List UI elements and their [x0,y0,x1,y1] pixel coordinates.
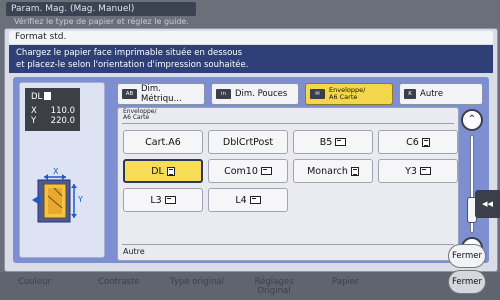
size-button-dl[interactable]: DL [123,159,203,183]
grid-footer: Autre [123,247,145,256]
paper-orientation-diagram-icon: X Y [32,168,83,223]
size-label: L3 [150,194,162,206]
selected-size-name: DL [31,92,43,102]
portrait-icon [44,92,52,100]
tab-autre[interactable]: K Autre [399,83,483,105]
size-label: B5 [319,136,333,148]
grid-header-line-2: A6 Carte [123,114,150,121]
size-button-b5[interactable]: B5 [293,130,373,154]
background-item-type-original: Type original [170,277,224,287]
content-panel: DL X 110.0 Y 220.0 X Y AB Dim. Métriqu..… [13,77,489,263]
size-button-y3[interactable]: Y3 [378,159,458,183]
y-label: Y [31,116,37,126]
tab-label: Dim. Pouces [235,89,288,99]
size-label: DblCrtPost [222,136,274,148]
size-label: Y3 [405,165,417,177]
tab-enveloppe-a6-carte[interactable]: ✉ Enveloppe/A6 Carte [305,83,393,105]
envelope-icon: ✉ [310,89,325,99]
x-value: 110.0 [50,106,75,116]
size-label: DL [151,165,164,177]
portrait-icon [350,166,359,176]
background-item-contraste: Contraste [98,277,140,287]
custom-size-icon: K [404,89,416,99]
background-item-reglages-original: Réglages Original [254,277,294,296]
y-value: 220.0 [50,116,75,126]
metric-icon: AB [122,89,137,99]
size-category-tabs: AB Dim. Métriqu... in Dim. Pouces ✉ Enve… [117,83,483,105]
background-bottom-bar: Couleur Contraste Type original Réglages… [0,272,500,300]
landscape-icon [335,138,347,146]
scroll-up-button[interactable]: ⌃ [461,109,483,131]
double-chevron-left-icon: ◂◂ [481,197,494,210]
portrait-icon [421,137,430,147]
background-close-button[interactable]: Fermer [448,270,486,294]
tab-label: Autre [420,89,444,99]
landscape-icon [419,167,431,175]
size-button-cart-a6[interactable]: Cart.A6 [123,130,203,154]
size-button-l4[interactable]: L4 [208,188,288,212]
tab-dim-pouces[interactable]: in Dim. Pouces [211,83,299,105]
size-button-com10[interactable]: Com10 [208,159,288,183]
format-std-dialog: Format std. Chargez le papier face impri… [4,28,498,272]
chevron-up-icon: ⌃ [467,114,477,125]
size-label: Com10 [224,165,258,177]
landscape-icon [249,196,261,204]
portrait-icon [166,166,175,176]
size-label: Cart.A6 [145,136,181,148]
background-item-papier: Papier [332,277,359,287]
diagram-x-label: X [53,168,59,176]
grid-header: Enveloppe/ A6 Carte [123,109,157,121]
size-button-monarch[interactable]: Monarch [293,159,373,183]
tab-label-line-2: A6 Carte [329,93,358,101]
size-button-dblcrtpost[interactable]: DblCrtPost [208,130,288,154]
background-subtitle: Vérifiez le type de papier et réglez le … [14,17,189,26]
paper-preview-panel: DL X 110.0 Y 220.0 X Y [19,82,105,258]
divider [122,123,454,124]
size-button-l3[interactable]: L3 [123,188,203,212]
size-label: C6 [406,136,419,148]
instruction-line-2: et placez-le selon l'orientation d'impre… [16,60,249,70]
instruction-line-1: Chargez le papier face imprimable située… [16,48,243,58]
inch-icon: in [216,89,231,99]
landscape-icon [260,167,272,175]
x-label: X [31,106,37,116]
size-grid: Enveloppe/ A6 Carte Cart.A6 DblCrtPost B… [117,107,459,261]
background-item-couleur: Couleur [18,277,51,287]
close-button[interactable]: Fermer [448,244,486,268]
tab-dim-metrique[interactable]: AB Dim. Métriqu... [117,83,205,105]
instruction-text: Chargez le papier face imprimable située… [9,45,493,73]
tab-label: Dim. Métriqu... [141,84,182,104]
size-label: L4 [235,194,247,206]
size-label: Monarch [307,165,348,177]
selected-size-box: DL X 110.0 Y 220.0 [25,88,80,131]
landscape-icon [164,196,176,204]
background-title: Param. Mag. (Mag. Manuel) [6,2,196,16]
collapse-panel-button[interactable]: ◂◂ [475,190,500,218]
diagram-y-label: Y [77,195,83,204]
size-button-c6[interactable]: C6 [378,130,458,154]
dialog-title: Format std. [9,31,493,44]
divider [122,244,454,245]
background-dialog: Param. Mag. (Mag. Manuel) Vérifiez le ty… [0,0,500,26]
scrollbar: ⌃ ⌄ [461,109,483,259]
